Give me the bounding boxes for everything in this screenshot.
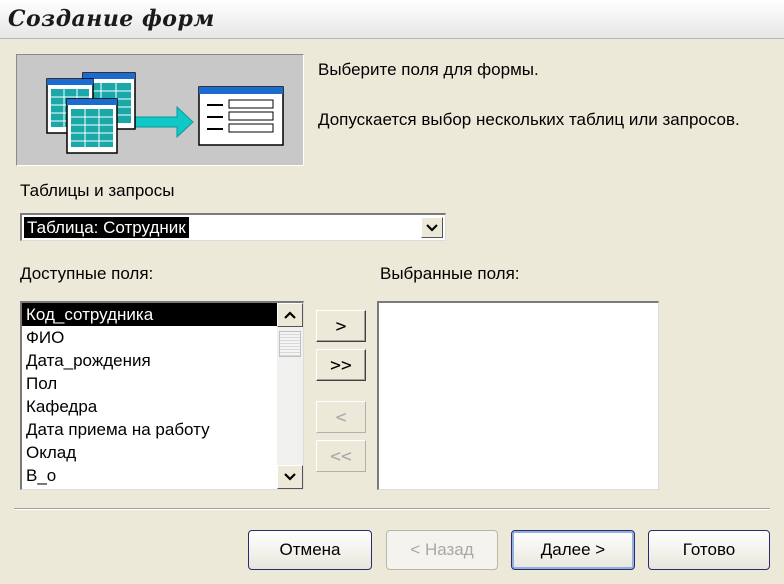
next-button[interactable]: Далее > [511, 530, 635, 570]
window-title: Создание форм [8, 6, 215, 32]
remove-field-button[interactable]: < [316, 401, 366, 433]
available-fields-items: Код_сотрудника ФИО Дата_рождения Пол Каф… [22, 303, 277, 487]
list-item[interactable]: Пол [22, 372, 277, 395]
source-combobox[interactable]: Таблица: Сотрудник [20, 213, 446, 241]
available-fields-label: Доступные поля: [20, 264, 154, 283]
selected-fields-list[interactable] [377, 301, 659, 490]
list-item[interactable]: Дата_рождения [22, 349, 277, 372]
chevron-down-icon[interactable] [421, 217, 443, 238]
add-field-button[interactable]: > [316, 310, 366, 342]
scroll-up-button[interactable] [277, 303, 303, 327]
intro-text-2: Допускается выбор нескольких таблиц или … [318, 110, 740, 129]
add-all-fields-button[interactable]: >> [316, 349, 366, 381]
back-button[interactable]: < Назад [386, 530, 498, 570]
remove-all-fields-button[interactable]: << [316, 440, 366, 472]
scrollbar-thumb[interactable] [279, 331, 301, 357]
source-label: Таблицы и запросы [20, 181, 175, 200]
list-item[interactable]: Кафедра [22, 395, 277, 418]
chevron-up-icon [284, 311, 296, 319]
title-bar: Создание форм [0, 0, 784, 39]
list-item[interactable]: В_о [22, 464, 277, 487]
list-item[interactable]: ФИО [22, 326, 277, 349]
cancel-button[interactable]: Отмена [248, 530, 372, 570]
tables-to-form-icon [16, 54, 304, 166]
footer-divider [14, 508, 770, 510]
chevron-down-icon [284, 473, 296, 481]
selected-fields-label: Выбранные поля: [380, 264, 520, 283]
finish-button[interactable]: Готово [648, 530, 770, 570]
list-item[interactable]: Оклад [22, 441, 277, 464]
intro-text-1: Выберите поля для формы. [318, 60, 539, 79]
source-selected-value: Таблица: Сотрудник [24, 217, 189, 238]
available-fields-list[interactable]: Код_сотрудника ФИО Дата_рождения Пол Каф… [20, 301, 304, 490]
scroll-down-button[interactable] [277, 465, 303, 489]
list-item[interactable]: Дата приема на работу [22, 418, 277, 441]
list-item[interactable]: Код_сотрудника [22, 303, 277, 326]
vertical-scrollbar[interactable] [277, 303, 303, 489]
